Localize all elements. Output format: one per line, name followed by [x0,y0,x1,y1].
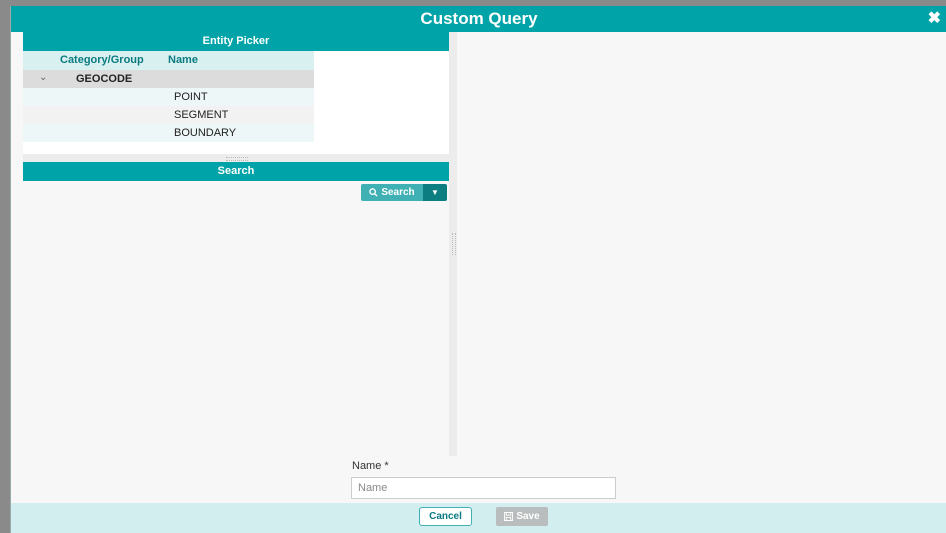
floppy-disk-icon [504,512,514,521]
chevron-down-icon[interactable]: ⌄ [39,72,47,83]
item-label: SEGMENT [174,109,229,121]
query-canvas [457,32,946,456]
save-button-label: Save [516,511,540,522]
list-item[interactable]: POINT [23,88,314,106]
group-row-geocode[interactable]: ⌄ GEOCODE [23,70,314,88]
item-label: POINT [174,91,208,103]
name-label: Name * [352,460,389,472]
column-header-category[interactable]: Category/Group [60,54,144,66]
entity-picker-heading: Entity Picker [23,32,449,51]
caret-down-icon[interactable]: ▼ [423,184,447,201]
name-input[interactable] [351,477,616,499]
search-split-button[interactable]: Search ▼ [361,184,447,201]
search-button[interactable]: Search [361,184,423,201]
save-button[interactable]: Save [496,507,548,526]
custom-query-dialog: Custom Query ✖ Entity Picker Category/Gr… [10,6,946,533]
left-pane: Entity Picker Category/Group Name ⌄ GEOC… [23,32,449,459]
dialog-title: Custom Query [420,9,538,28]
group-label: GEOCODE [76,73,133,85]
list-item[interactable]: BOUNDARY [23,124,314,142]
search-icon [369,188,378,197]
search-button-label: Search [381,187,415,198]
grid-header: Category/Group Name [23,51,314,70]
close-icon[interactable]: ✖ [928,8,941,28]
column-header-name[interactable]: Name [168,54,198,66]
list-item[interactable]: SEGMENT [23,106,314,124]
cancel-button[interactable]: Cancel [419,507,472,526]
dialog-titlebar: Custom Query ✖ [11,6,946,32]
vertical-splitter[interactable] [449,32,457,456]
search-heading: Search [23,162,449,181]
dialog-footer: Cancel Save [11,503,946,533]
entity-picker-body: Category/Group Name ⌄ GEOCODE POINT SEGM… [23,51,449,154]
entity-grid: Category/Group Name ⌄ GEOCODE POINT SEGM… [23,51,314,142]
search-body: Search ▼ [23,181,449,459]
item-label: BOUNDARY [174,127,237,139]
horizontal-splitter[interactable] [23,154,449,162]
